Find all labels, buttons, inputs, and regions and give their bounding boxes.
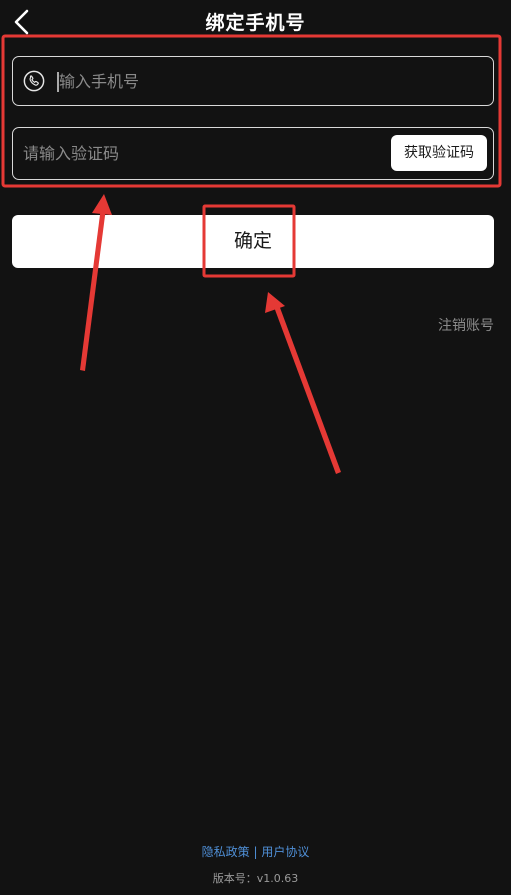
page-title: 绑定手机号: [205, 12, 306, 34]
header-bar: 绑定手机号: [0, 0, 511, 44]
confirm-button[interactable]: 确定: [12, 215, 494, 268]
version-text: 版本号：v1.0.63: [212, 872, 299, 885]
user-agreement-link[interactable]: 用户协议: [261, 845, 309, 859]
verification-code-field[interactable]: 获取验证码: [12, 127, 494, 180]
footer-separator: |: [253, 845, 258, 859]
privacy-policy-link[interactable]: 隐私政策: [202, 845, 250, 859]
cancel-account-link[interactable]: 注销账号: [438, 315, 494, 335]
verification-code-input[interactable]: [23, 142, 373, 164]
phone-field[interactable]: [12, 56, 494, 106]
annotation-arrow-confirm: [265, 292, 341, 474]
get-code-button[interactable]: 获取验证码: [391, 135, 487, 171]
phone-input[interactable]: [59, 70, 479, 92]
footer-links: 隐私政策 | 用户协议: [0, 843, 511, 860]
phone-icon: [23, 70, 45, 92]
